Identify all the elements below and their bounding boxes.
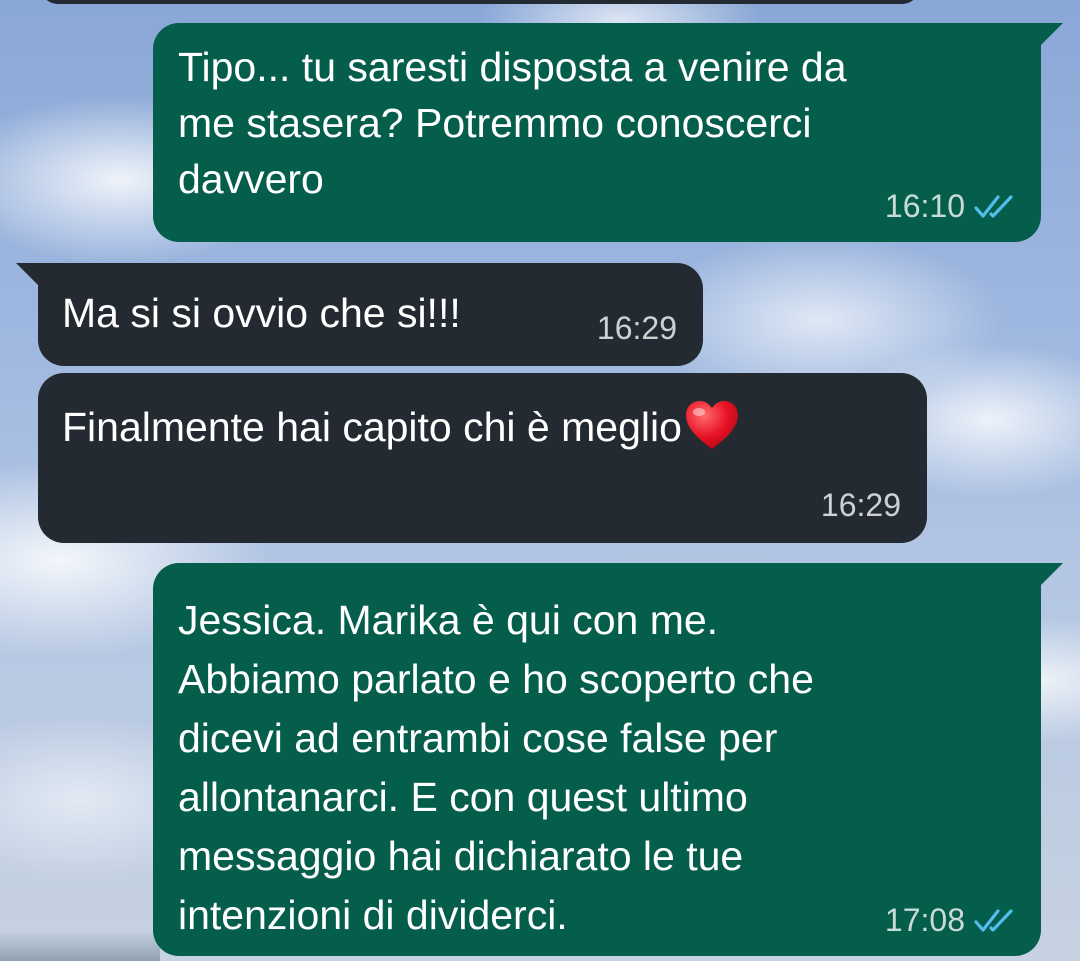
outgoing-message-bubble[interactable]: Jessica. Marika è qui con me. Abbiamo pa…: [153, 563, 1041, 956]
message-text: Finalmente hai capito chi è meglio: [62, 399, 903, 455]
double-check-icon: [974, 195, 1013, 218]
message-meta: 16:10: [885, 188, 1017, 224]
double-check-icon: [974, 909, 1013, 932]
outgoing-message-bubble[interactable]: Tipo... tu saresti disposta a venire da …: [153, 23, 1041, 242]
message-time: 16:10: [884, 188, 965, 224]
bubble-tail: [1041, 563, 1063, 585]
incoming-message-bubble[interactable]: Finalmente hai capito chi è meglio 16:29: [38, 373, 927, 543]
message-text: Ma si si ovvio che si!!!: [62, 290, 461, 336]
heart-emoji-icon: [685, 401, 738, 449]
message-meta: 16:29: [597, 310, 677, 346]
bubble-tail: [16, 263, 38, 285]
wallpaper-sea: [0, 931, 160, 961]
message-meta: 16:29: [821, 487, 901, 523]
message-time: 16:29: [596, 310, 677, 346]
message-text-content: Finalmente hai capito chi è meglio: [62, 404, 682, 450]
message-meta: 17:08: [885, 902, 1017, 938]
message-text: Tipo... tu saresti disposta a venire da …: [178, 44, 847, 202]
message-time: 16:29: [820, 487, 901, 523]
message-time: 17:08: [884, 902, 965, 938]
previous-message-edge[interactable]: [40, 0, 920, 4]
message-text: Jessica. Marika è qui con me. Abbiamo pa…: [178, 597, 814, 938]
incoming-message-bubble[interactable]: Ma si si ovvio che si!!! 16:29: [38, 263, 703, 366]
bubble-tail: [1041, 23, 1063, 45]
